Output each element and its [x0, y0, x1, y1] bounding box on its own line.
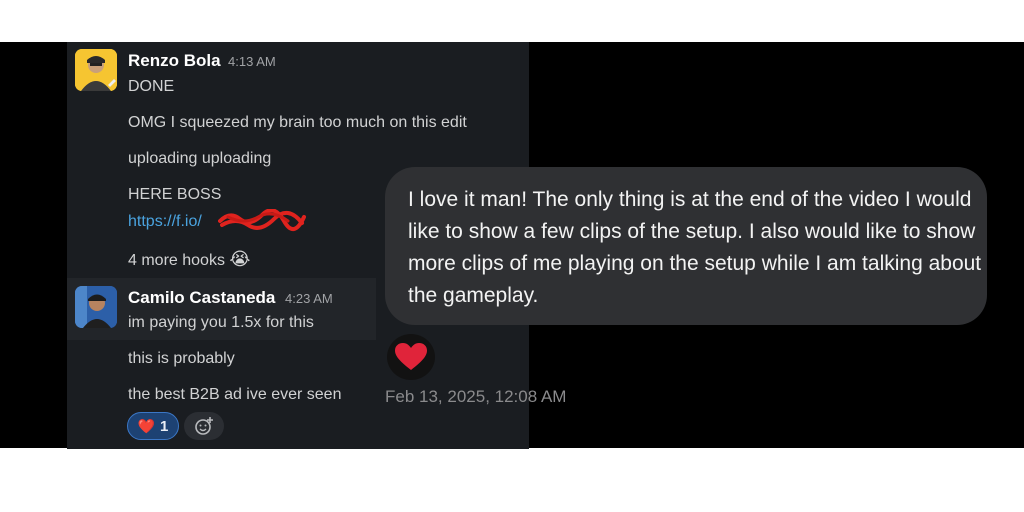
- frameio-link[interactable]: https://f.io/: [128, 212, 202, 232]
- message-line: this is probably: [128, 350, 235, 367]
- person-avatar-icon: [75, 49, 117, 91]
- heart-icon: [395, 343, 427, 370]
- heart-reaction-button[interactable]: ❤️ 1: [127, 412, 179, 440]
- add-reaction-button[interactable]: [184, 412, 224, 440]
- person-avatar-icon: [75, 286, 117, 328]
- avatar-camilo-castaneda[interactable]: [75, 286, 117, 328]
- add-emoji-icon: [195, 417, 213, 435]
- crying-emoji-icon: 😭: [229, 249, 251, 269]
- message-timestamp[interactable]: 4:23 AM: [285, 291, 333, 307]
- avatar-renzo-bola[interactable]: [75, 49, 117, 91]
- message-author[interactable]: Renzo Bola: [128, 51, 221, 71]
- message-line: HERE BOSS: [128, 186, 222, 203]
- message-bubble-text: I love it man! The only thing is at the …: [408, 188, 982, 307]
- message-line: im paying you 1.5x for this: [128, 314, 314, 331]
- heart-tapback[interactable]: [387, 334, 435, 380]
- message-line: OMG I squeezed my brain too much on this…: [128, 114, 467, 131]
- message-line: 4 more hooks 😭: [128, 249, 250, 271]
- message-timestamp[interactable]: 4:13 AM: [228, 54, 276, 70]
- hooks-text: 4 more hooks: [128, 252, 225, 269]
- message-line: uploading uploading: [128, 150, 272, 167]
- message-author[interactable]: Camilo Castaneda: [128, 288, 275, 308]
- message-line: the best B2B ad ive ever seen: [128, 386, 342, 403]
- message-line: DONE: [128, 78, 175, 95]
- message-date: Feb 13, 2025, 12:08 AM: [385, 387, 567, 406]
- heart-icon: ❤️: [137, 417, 156, 434]
- redaction-scribble: [218, 209, 306, 231]
- reaction-count: 1: [160, 417, 169, 435]
